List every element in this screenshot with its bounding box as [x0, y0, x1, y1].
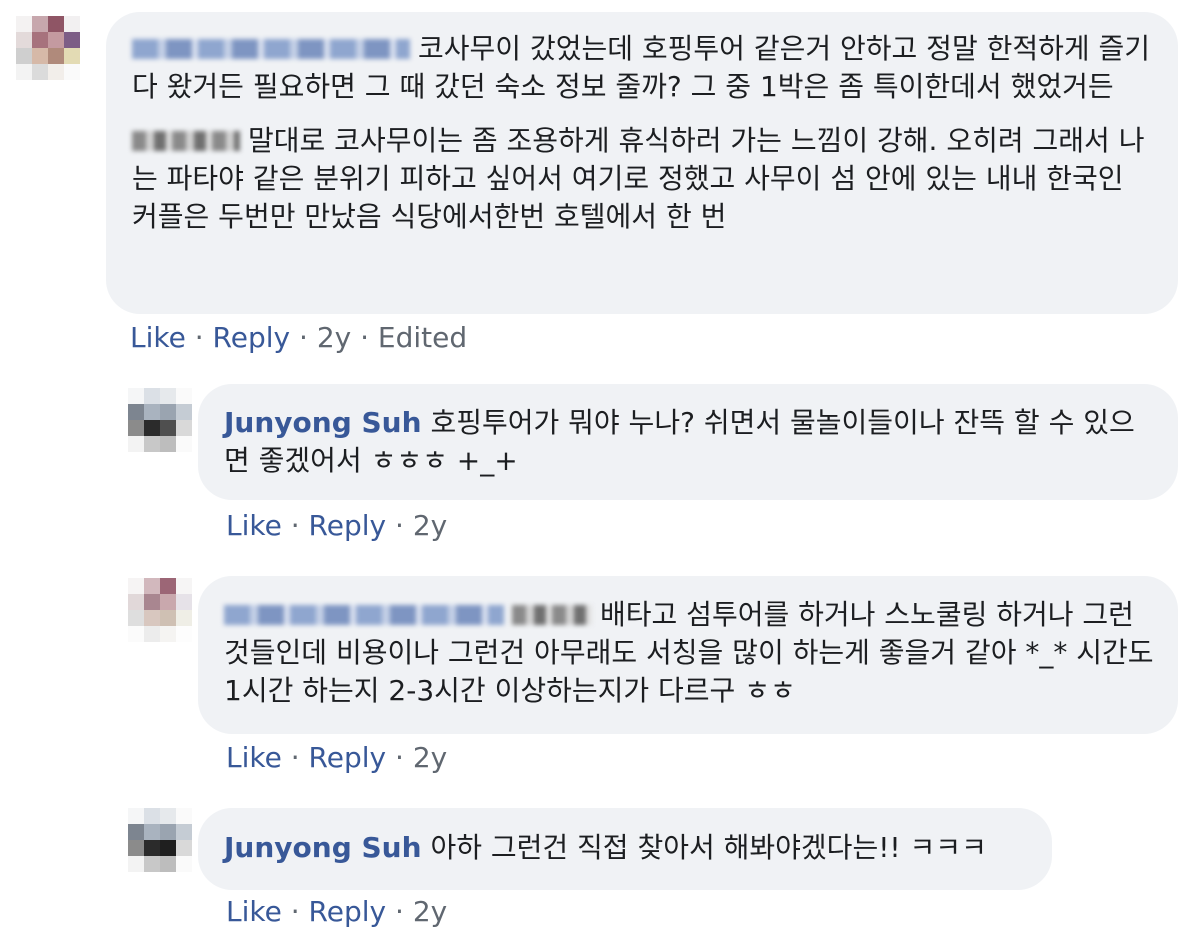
reply-link[interactable]: Reply: [309, 509, 387, 542]
comment-paragraph-1: 코사무이 갔었는데 호핑투어 같은거 안하고 정말 한적하게 즐기다 왔거든 필…: [132, 32, 1151, 103]
comment-author-name[interactable]: Junyong Suh: [224, 831, 422, 864]
reply-link[interactable]: Reply: [213, 321, 291, 354]
comment-paragraph-2: 말대로 코사무이는 좀 조용하게 휴식하러 가는 느낌이 강해. 오히려 그래서…: [132, 124, 1145, 233]
timestamp[interactable]: 2y: [413, 895, 447, 928]
reply-link[interactable]: Reply: [309, 741, 387, 774]
blurred-name: [132, 39, 410, 59]
comment-bubble-4: Junyong Suh 아하 그런건 직접 찾아서 해봐야겠다는!! ㅋㅋㅋ: [198, 808, 1052, 890]
comment-bubble-3: 배타고 섬투어를 하거나 스노쿨링 하거나 그런것들인데 비용이나 그런건 아무…: [198, 576, 1178, 734]
comment-text: 아하 그런건 직접 찾아서 해봐야겠다는!! ㅋㅋㅋ: [430, 831, 987, 864]
comment-author-name[interactable]: Junyong Suh: [224, 406, 422, 439]
like-link[interactable]: Like: [226, 509, 282, 542]
separator-dot: ·: [299, 321, 308, 354]
timestamp[interactable]: 2y: [413, 741, 447, 774]
edited-label[interactable]: Edited: [378, 321, 467, 354]
comment-actions-1: Like · Reply · 2y · Edited: [130, 320, 467, 356]
separator-dot: ·: [290, 895, 300, 928]
timestamp[interactable]: 2y: [413, 509, 447, 542]
separator-dot: ·: [395, 895, 404, 928]
like-link[interactable]: Like: [130, 321, 186, 354]
separator-dot: ·: [290, 741, 300, 774]
separator-dot: ·: [194, 321, 204, 354]
separator-dot: ·: [395, 741, 404, 774]
blurred-mention: [512, 605, 592, 625]
like-link[interactable]: Like: [226, 741, 282, 774]
commenter-avatar-4[interactable]: [128, 808, 192, 888]
separator-dot: ·: [395, 509, 404, 542]
blurred-mention: [132, 131, 240, 151]
comment-bubble-2: Junyong Suh 호핑투어가 뭐야 누나? 쉬면서 물놀이들이나 잔뜩 할…: [198, 384, 1178, 500]
comment-actions-2: Like · Reply · 2y: [226, 508, 447, 544]
reply-link[interactable]: Reply: [309, 895, 387, 928]
comment-actions-4: Like · Reply · 2y: [226, 894, 447, 930]
comment-actions-3: Like · Reply · 2y: [226, 740, 447, 776]
like-link[interactable]: Like: [226, 895, 282, 928]
separator-dot: ·: [360, 321, 370, 354]
timestamp[interactable]: 2y: [317, 321, 351, 354]
comment-bubble-1: 코사무이 갔었는데 호핑투어 같은거 안하고 정말 한적하게 즐기다 왔거든 필…: [106, 12, 1178, 314]
commenter-avatar-1[interactable]: [16, 16, 80, 96]
commenter-avatar-2[interactable]: [128, 388, 192, 468]
commenter-avatar-3[interactable]: [128, 578, 192, 658]
separator-dot: ·: [290, 509, 300, 542]
blurred-name: [224, 605, 504, 625]
